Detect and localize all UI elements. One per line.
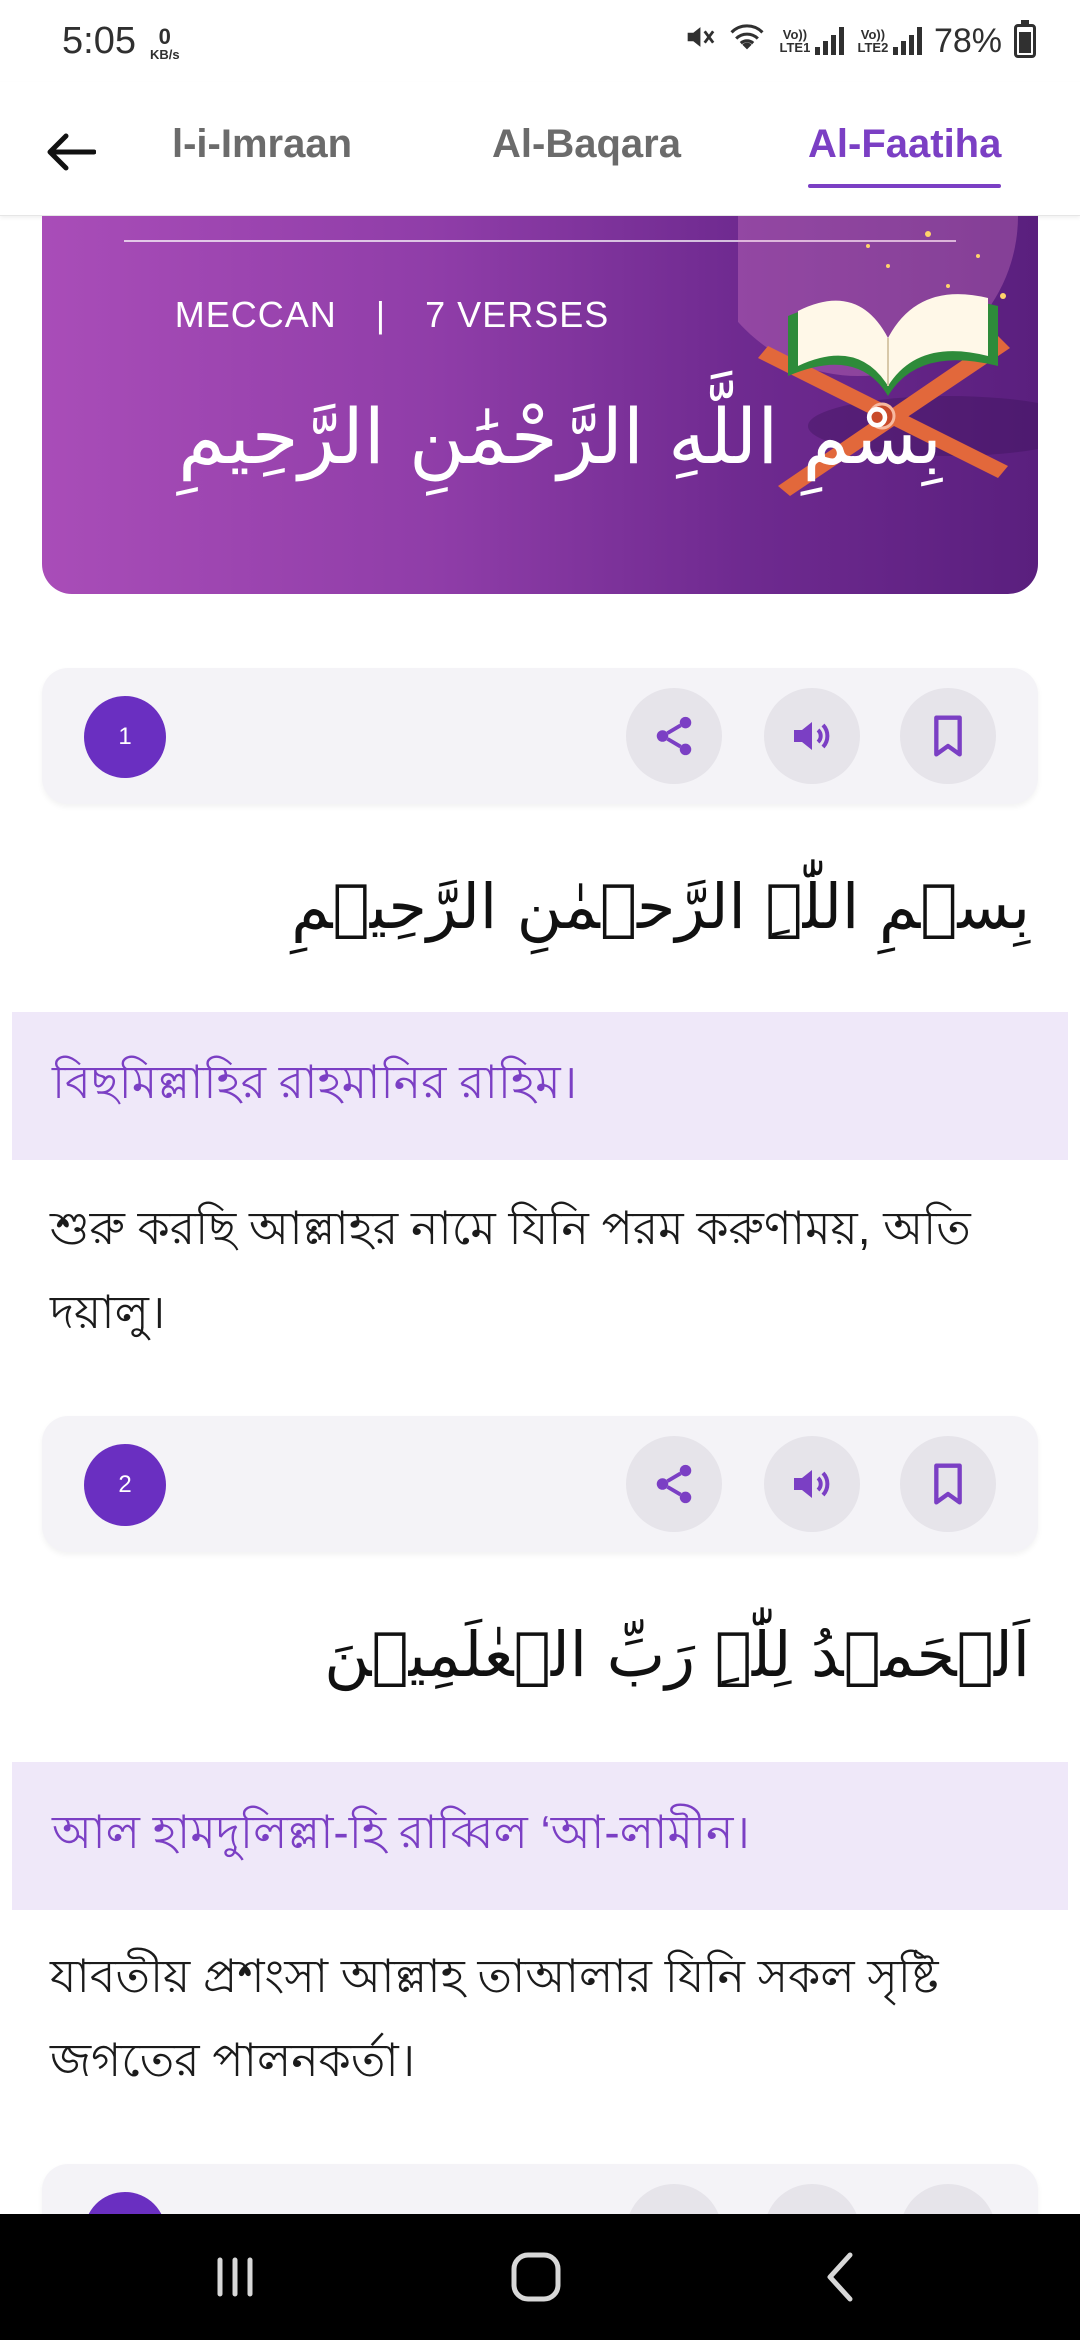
share-icon bbox=[656, 1464, 692, 1504]
play-audio-button[interactable] bbox=[764, 688, 860, 784]
status-bar: 5:05 0 KB/s Vo)) LTE1 Vo)) LTE2 78% bbox=[0, 0, 1080, 82]
network-speed-unit: KB/s bbox=[149, 46, 180, 62]
back-chevron-icon bbox=[827, 2252, 853, 2302]
status-left: 5:05 0 KB/s bbox=[62, 20, 180, 63]
sim1-label: Vo)) LTE1 bbox=[779, 26, 811, 56]
verse-translation: শুরু করছি আল্লাহর নামে যিনি পরম করুণাময়… bbox=[50, 1202, 971, 1338]
speaker-icon bbox=[794, 722, 830, 750]
share-button[interactable] bbox=[626, 688, 722, 784]
verse-toolbar: 1 bbox=[42, 668, 1038, 804]
battery-icon bbox=[1014, 20, 1036, 58]
tab-al-imraan[interactable]: l-i-Imraan bbox=[172, 122, 352, 167]
meta-separator: | bbox=[375, 294, 387, 335]
verse-arabic-text: اَلۡحَمۡدُ لِلّٰہِ رَبِّ الۡعٰلَمِیۡنَ bbox=[324, 1618, 1030, 1691]
recents-button[interactable] bbox=[195, 2244, 275, 2310]
wifi-icon bbox=[728, 20, 766, 63]
status-time: 5:05 bbox=[62, 19, 136, 62]
verse-translation: যাবতীয় প্রশংসা আল্লাহ তাআলার যিনি সকল স… bbox=[50, 1950, 939, 2086]
verse-count: 7 VERSES bbox=[425, 294, 610, 335]
surah-meta: MECCAN | 7 VERSES bbox=[42, 294, 742, 336]
play-audio-button[interactable] bbox=[764, 1436, 860, 1532]
verse-number-badge: 2 bbox=[84, 1444, 166, 1526]
verse-arabic-text: بِسۡمِ اللّٰہِ الرَّحۡمٰنِ الرَّحِیۡمِ bbox=[291, 870, 1030, 943]
verse-number-badge: 1 bbox=[84, 696, 166, 778]
surah-reader-screen: 5:05 0 KB/s Vo)) LTE1 Vo)) LTE2 78% l-i-… bbox=[0, 0, 1080, 2340]
tab-al-faatiha[interactable]: Al-Faatiha bbox=[808, 122, 1002, 188]
sim1-signal: Vo)) LTE1 bbox=[778, 27, 844, 55]
share-button[interactable] bbox=[626, 1436, 722, 1532]
bookmark-button[interactable] bbox=[900, 1436, 996, 1532]
tab-al-faatiha-label: Al-Faatiha bbox=[808, 122, 1002, 166]
battery-level: 78% bbox=[933, 21, 1002, 60]
surah-tab-bar: l-i-Imraan Al-Baqara Al-Faatiha bbox=[0, 82, 1080, 216]
surah-header-banner: MECCAN | 7 VERSES بِسْمِ اللَّهِ الرَّحْ… bbox=[42, 216, 1038, 594]
status-right: Vo)) LTE1 Vo)) LTE2 78% bbox=[682, 20, 1036, 63]
bookmark-icon bbox=[934, 1463, 962, 1505]
sim2-signal: Vo)) LTE2 bbox=[856, 27, 922, 55]
network-speed: 0 KB/s bbox=[149, 23, 180, 62]
banner-bismillah-calligraphy: بِسْمِ اللَّهِ الرَّحْمَٰنِ الرَّحِيمِ bbox=[178, 392, 942, 481]
system-back-button[interactable] bbox=[800, 2244, 880, 2310]
bookmark-icon bbox=[934, 715, 962, 757]
back-button[interactable] bbox=[40, 122, 100, 182]
mute-icon bbox=[682, 20, 716, 63]
home-button[interactable] bbox=[496, 2244, 576, 2310]
signal-bars-icon bbox=[814, 27, 844, 55]
share-icon bbox=[656, 716, 692, 756]
verse-transliteration: বিছমিল্লাহির রাহমানির রাহিম। bbox=[12, 1012, 1068, 1160]
speaker-icon bbox=[794, 1470, 830, 1498]
verse-toolbar: 2 bbox=[42, 1416, 1038, 1552]
network-speed-value: 0 bbox=[158, 23, 171, 49]
home-icon bbox=[511, 2252, 561, 2302]
tab-al-baqara[interactable]: Al-Baqara bbox=[492, 122, 681, 167]
sim2-label: Vo)) LTE2 bbox=[857, 26, 889, 56]
bookmark-button[interactable] bbox=[900, 688, 996, 784]
verse-transliteration: আল হামদুলিল্লা-হি রাব্বিল ‘আ-লামীন। bbox=[12, 1762, 1068, 1910]
tab-selected-indicator bbox=[808, 184, 1002, 188]
system-navigation-bar bbox=[0, 2214, 1080, 2340]
arrow-left-icon bbox=[47, 133, 96, 171]
revelation-type: MECCAN bbox=[174, 294, 337, 335]
signal-bars-icon bbox=[892, 27, 922, 55]
recents-icon bbox=[217, 2257, 253, 2297]
